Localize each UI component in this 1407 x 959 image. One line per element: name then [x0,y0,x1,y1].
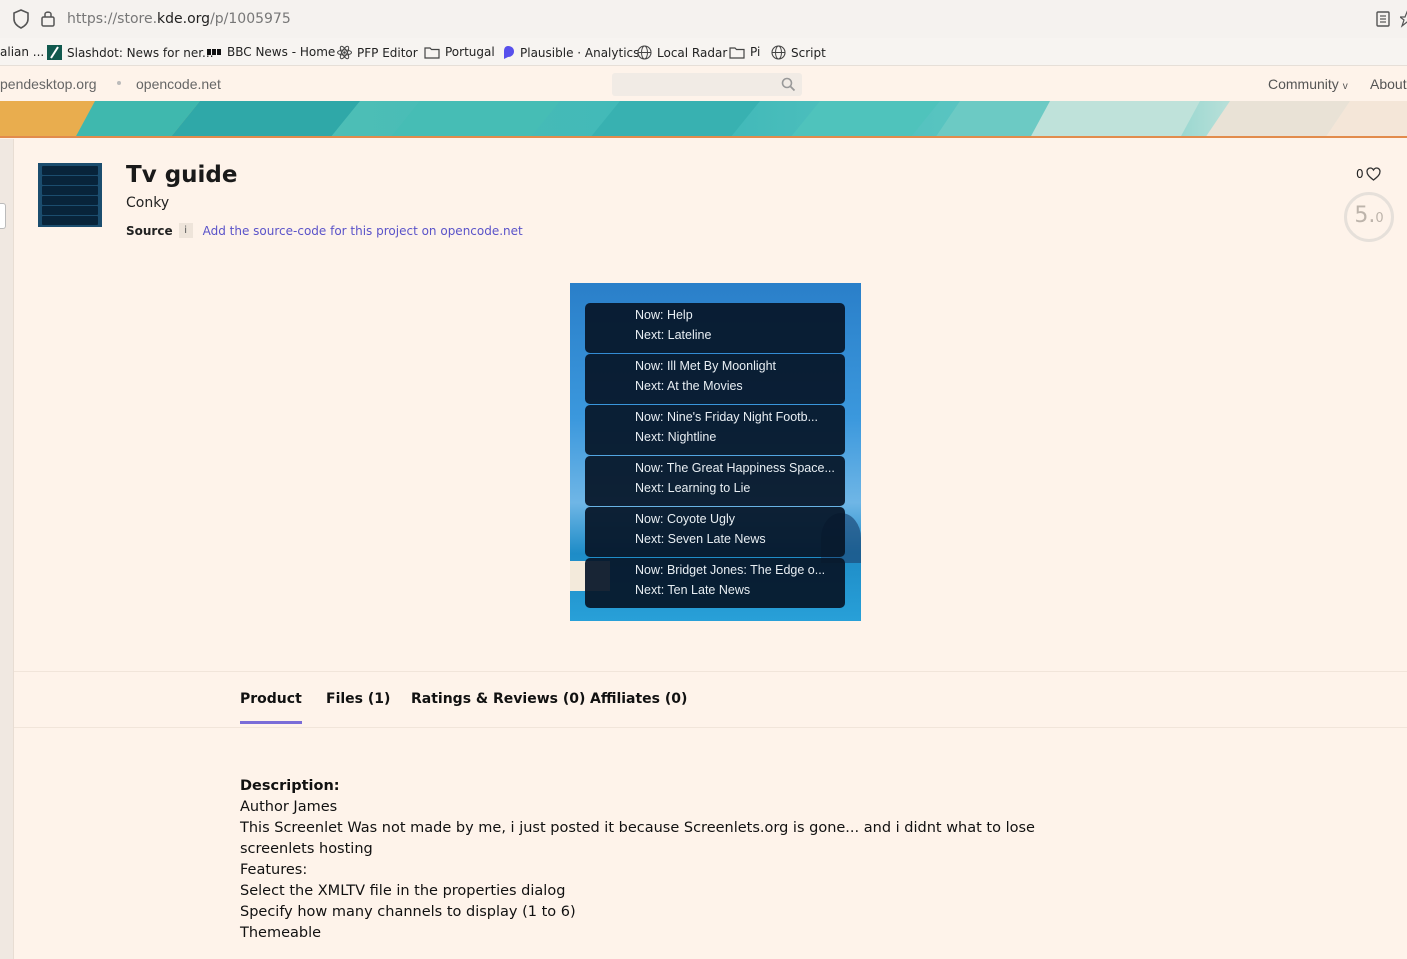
source-row: Source i Add the source-code for this pr… [126,223,523,238]
chevron-down-icon: v [1342,81,1348,92]
tab-affiliates[interactable]: Affiliates (0) [590,691,687,707]
folder-icon [424,46,440,59]
product-screenshot[interactable]: Now: Help Next: Lateline Now: Ill Met By… [570,283,861,621]
react-icon [337,45,352,60]
score-decimal: 0 [1375,211,1384,226]
bookmark-label: Slashdot: News for ner... [67,45,214,60]
about-link[interactable]: About [1370,76,1407,92]
left-sidebar [0,139,14,959]
bookmark-item[interactable]: BBC News - Home [207,45,335,59]
plausible-icon [504,46,514,59]
description-line: screenlets hosting [240,841,373,857]
likes-count: 0 [1356,167,1364,181]
url-domain: kde.org [157,11,211,27]
heart-icon[interactable] [1365,167,1381,181]
add-source-link[interactable]: Add the source-code for this project on … [203,224,523,238]
description-line: Features: [240,862,308,878]
bookmark-item[interactable]: Portugal [424,45,495,59]
tab-product[interactable]: Product [240,691,302,724]
bookmark-label: alian ... [0,45,45,59]
folder-icon [729,46,745,59]
bookmark-item[interactable]: Pi [729,45,760,59]
tab-files[interactable]: Files (1) [326,691,390,707]
globe-icon [637,45,652,60]
rating-score: 5. 0 [1344,192,1394,242]
bookmark-label: Pi [750,45,761,59]
bookmark-item[interactable]: alian ... [0,45,44,59]
banner-pattern [0,101,1407,136]
tv-card: Now: The Great Happiness Space... Next: … [585,456,845,506]
reader-view-icon[interactable] [1375,10,1391,28]
browser-toolbar: https://store.kde.org/p/1005975 [0,0,1407,38]
bookmark-label: Portugal [445,45,495,59]
description-line: This Screenlet Was not made by me, i jus… [240,820,1035,836]
score-whole: 5. [1354,203,1376,228]
search-icon[interactable] [781,77,796,92]
tv-now: Now: The Great Happiness Space... [635,461,835,475]
header-banner [0,101,1407,138]
bookmark-item[interactable]: Plausible · Analytics [501,45,639,60]
tv-card: Now: Bridget Jones: The Edge o... Next: … [585,558,845,608]
tv-next: Next: Learning to Lie [635,481,751,495]
product-category[interactable]: Conky [126,195,169,211]
community-label: Community [1268,76,1339,92]
search-input[interactable] [612,73,802,96]
tv-card: Now: Coyote Ugly Next: Seven Late News [585,507,845,557]
url-prefix: https://store. [67,11,158,27]
slashdot-icon [47,45,62,60]
url-path: /p/1005975 [210,11,291,27]
description: Description: Author James This Screenlet… [240,776,1035,944]
tv-next: Next: Seven Late News [635,532,766,546]
nav-separator [117,81,121,85]
tv-next: Next: Ten Late News [635,583,751,597]
source-label: Source [126,223,173,238]
bookmarks-bar: alian ... Slashdot: News for ner... BBC … [0,38,1407,66]
opendesktop-link[interactable]: pendesktop.org [0,76,97,92]
bookmark-item[interactable]: Local Radar [637,45,727,60]
tv-card: Now: Nine's Friday Night Footb... Next: … [585,405,845,455]
bookmark-item[interactable]: Script [771,45,826,60]
tab-ratings-reviews[interactable]: Ratings & Reviews (0) [411,691,585,707]
product-thumbnail[interactable] [38,163,102,227]
page-title: Tv guide [126,162,238,188]
tv-now: Now: Nine's Friday Night Footb... [635,410,819,424]
description-line: Author James [240,799,338,815]
bbc-icon [207,49,221,55]
tv-next: Next: Lateline [635,328,712,342]
tv-next: Next: Nightline [635,430,717,444]
tv-now: Now: Help [635,308,693,322]
bookmark-item[interactable]: Slashdot: News for ner... [47,45,214,60]
bookmark-label: Script [791,45,826,60]
opencode-link[interactable]: opencode.net [136,76,221,92]
product-tabs: Product Files (1) Ratings & Reviews (0) … [14,671,1407,728]
description-line: Specify how many channels to display (1 … [240,904,576,920]
tv-now: Now: Ill Met By Moonlight [635,359,777,373]
bookmark-label: PFP Editor [357,45,418,60]
bookmark-label: Plausible · Analytics [520,45,640,60]
likes-widget[interactable]: 0 [1356,167,1381,181]
tv-next: Next: At the Movies [635,379,743,393]
description-line: Themeable [240,925,322,941]
globe-icon [771,45,786,60]
tv-now: Now: Coyote Ugly [635,512,736,526]
description-heading: Description: [240,778,340,794]
tv-now: Now: Bridget Jones: The Edge o... [635,563,826,577]
lock-icon[interactable] [40,9,56,27]
bookmark-star-icon[interactable] [1400,10,1407,28]
bookmark-label: Local Radar [657,45,728,60]
site-nav: pendesktop.org opencode.net Community v … [0,67,1407,101]
url-field[interactable]: https://store.kde.org/p/1005975 [67,11,291,27]
description-line: Select the XMLTV file in the properties … [240,883,566,899]
shield-icon[interactable] [12,9,30,29]
tv-card: Now: Help Next: Lateline [585,303,845,353]
bookmark-item[interactable]: PFP Editor [337,45,418,60]
tv-card: Now: Ill Met By Moonlight Next: At the M… [585,354,845,404]
community-menu[interactable]: Community v [1268,76,1348,92]
sidebar-toggle[interactable] [0,203,6,229]
bookmark-label: BBC News - Home [227,45,336,59]
info-icon[interactable]: i [178,223,193,238]
